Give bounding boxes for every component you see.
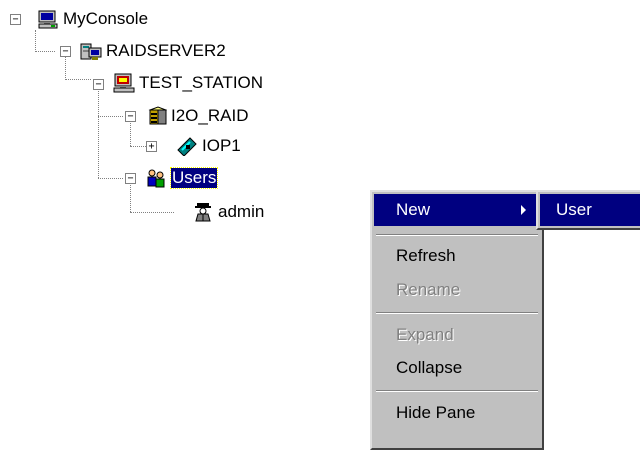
menu-item-collapse[interactable]: Collapse: [374, 352, 540, 384]
tree-line: [98, 88, 99, 178]
tree-line: [35, 30, 36, 52]
menu-item-label: Hide Pane: [396, 403, 476, 422]
tree-line: [98, 116, 123, 117]
node-label: RAIDSERVER2: [106, 41, 226, 60]
menu-separator: [376, 312, 538, 314]
node-label: I2O_RAID: [171, 106, 249, 125]
server-icon: [80, 43, 102, 60]
user-admin-icon: [195, 203, 211, 222]
node-label: MyConsole: [63, 9, 149, 28]
tree-line: [65, 55, 66, 78]
workstation-icon: [113, 73, 135, 93]
collapse-toggle[interactable]: −: [125, 173, 136, 184]
node-label-selected: Users: [169, 167, 219, 189]
tree-node-users[interactable]: Users: [145, 167, 219, 189]
menu-item-label: Refresh: [396, 246, 456, 265]
tree-node-iop1[interactable]: IOP1: [176, 135, 241, 157]
collapse-toggle[interactable]: −: [60, 46, 71, 57]
collapse-toggle[interactable]: −: [10, 14, 21, 25]
computer-console-icon: [38, 10, 58, 29]
tree-node-myconsole[interactable]: MyConsole: [37, 8, 148, 30]
io-processor-icon: [177, 137, 197, 156]
menu-item-refresh[interactable]: Refresh: [374, 240, 540, 272]
menu-separator: [376, 390, 538, 392]
tree-node-test-station[interactable]: TEST_STATION: [113, 72, 263, 94]
menu-item-hide-pane[interactable]: Hide Pane: [374, 397, 540, 429]
tree-line: [130, 212, 174, 213]
raid-controller-icon: [148, 106, 167, 125]
tree-line: [35, 51, 55, 52]
menu-item-label: Expand: [396, 325, 454, 344]
node-label: IOP1: [202, 136, 241, 155]
tree-line: [65, 79, 91, 80]
users-group-icon: [147, 169, 165, 188]
menu-separator: [376, 234, 538, 236]
collapse-toggle[interactable]: −: [93, 79, 104, 90]
menu-item-rename[interactable]: Rename: [374, 274, 540, 306]
menu-item-new[interactable]: New: [374, 194, 540, 226]
tree-line: [130, 121, 131, 146]
tree-line: [130, 183, 131, 212]
tree-line: [98, 178, 123, 179]
tree-node-i2o-raid[interactable]: I2O_RAID: [145, 105, 248, 127]
menu-item-label: New: [396, 200, 431, 219]
tree-node-admin[interactable]: admin: [192, 201, 264, 223]
context-menu: New Refresh Rename Expand Collapse Hide …: [370, 190, 544, 450]
node-label: TEST_STATION: [139, 73, 264, 92]
menu-item-label: Rename: [396, 280, 461, 299]
collapse-toggle[interactable]: −: [125, 111, 136, 122]
submenu-new: User: [536, 190, 640, 230]
menu-item-expand[interactable]: Expand: [374, 319, 540, 351]
tree-node-raidserver2[interactable]: RAIDSERVER2: [80, 40, 226, 62]
menu-item-label: Collapse: [396, 358, 463, 377]
submenu-arrow-icon: [521, 205, 526, 215]
expand-toggle[interactable]: +: [146, 141, 157, 152]
submenu-item-user[interactable]: User: [540, 194, 640, 226]
node-label: admin: [218, 202, 265, 221]
tree-line: [130, 146, 146, 147]
menu-item-label: User: [556, 200, 592, 219]
